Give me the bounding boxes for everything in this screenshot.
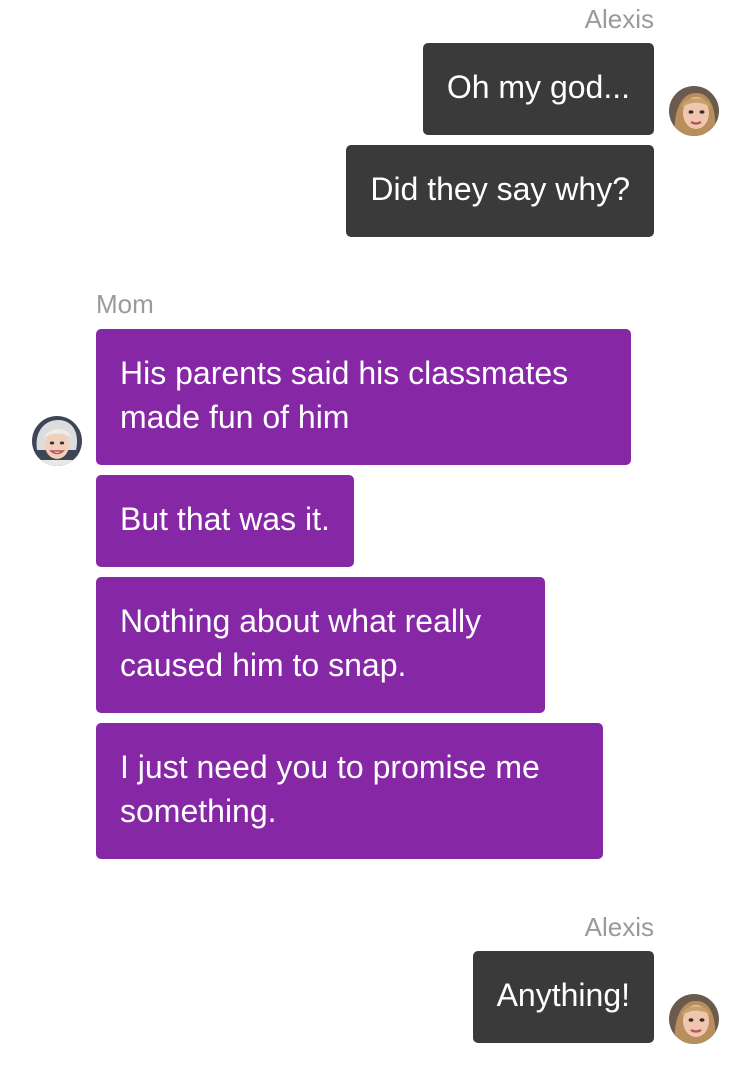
message-bubble-incoming[interactable]: But that was it. [96,475,354,567]
message-bubble-incoming[interactable]: Nothing about what really caused him to … [96,577,545,713]
sender-name-alexis: Alexis [584,4,654,34]
sender-name-mom: Mom [96,289,154,319]
message-bubble-incoming[interactable]: I just need you to promise me something. [96,723,603,859]
alexis-avatar-icon[interactable] [669,86,719,136]
message-bubble-outgoing[interactable]: Anything! [472,951,654,1043]
mom-avatar-icon[interactable] [32,416,82,466]
message-bubble-incoming[interactable]: His parents said his classmates made fun… [96,329,631,465]
message-bubble-outgoing[interactable]: Oh my god... [422,43,654,135]
sender-name-alexis: Alexis [584,912,654,942]
alexis-avatar-icon[interactable] [669,994,719,1044]
message-bubble-outgoing[interactable]: Did they say why? [346,145,654,237]
